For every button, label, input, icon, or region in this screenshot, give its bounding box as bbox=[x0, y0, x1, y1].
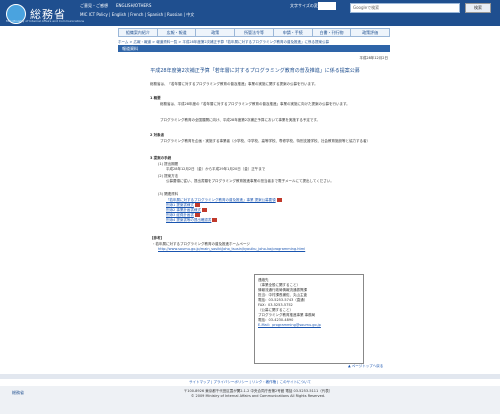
doc-link[interactable]: 別添4 提案書等の提出確認書 bbox=[166, 218, 211, 222]
nav-item-applications[interactable]: 申請・手続 bbox=[273, 29, 313, 36]
footer: 総務省 〒100-8926 東京都千代田区霞が関2-1-2 中央合同庁舎第2号館… bbox=[0, 386, 500, 414]
footer-link-copyright[interactable]: リンク・著作権 bbox=[252, 380, 276, 384]
pdf-icon bbox=[212, 218, 218, 222]
reference-heading: 【参考】 bbox=[150, 236, 164, 240]
doc-link[interactable]: 別添2 事業計画書様式 bbox=[166, 208, 201, 212]
doc-item[interactable]: 別添4 提案書等の提出確認書 bbox=[166, 218, 386, 223]
contact-box: 連絡先 （事業全般に関すること） 情報流通行政局情報流通振興課 担当：中村課長補… bbox=[254, 274, 364, 364]
section-3-sub1-text: 平成28年12月2日（金）から平成29年1月20日（金）正午まで bbox=[166, 167, 266, 171]
section-2-text: プログラミング教育を企画・実施する事業者（小学校、中学校、高等学校、専修学校、特… bbox=[160, 139, 370, 143]
section-1-text-1: 総務省は、平成28年度の「若年層に対するプログラミング教育の普及推進」事業の実施… bbox=[160, 102, 350, 106]
top-link-ict-policy[interactable]: MIC ICT Policy bbox=[80, 12, 108, 17]
top-header: 総務省 MIC Ministry of Internal Affairs and… bbox=[0, 0, 500, 26]
doc-link[interactable]: 「若年層に対するプログラミング教育の普及推進」事業 提案公募要領 bbox=[166, 198, 276, 202]
nav-item-evaluation[interactable]: 政策評価 bbox=[351, 29, 390, 36]
page-top-link[interactable]: ▲ ページトップへ戻る bbox=[348, 364, 383, 369]
contact-email[interactable]: E-Mail：programming@soumu.go.jp bbox=[258, 323, 360, 328]
search-button[interactable]: 検索 bbox=[465, 3, 491, 13]
section-2-heading: 2 対象者 bbox=[150, 133, 165, 137]
nav-item-laws[interactable]: 所管法令等 bbox=[235, 29, 274, 36]
footer-link-privacy[interactable]: プライバシーポリシー bbox=[213, 380, 248, 384]
top-links-row2: MIC ICT Policy | English | French | Span… bbox=[80, 12, 195, 17]
nav-item-publications[interactable]: 白書・刊行物 bbox=[312, 29, 352, 36]
banner-label: 報道資料 bbox=[122, 46, 138, 51]
top-link-languages[interactable]: English | French | Spanish | Russian | 中… bbox=[112, 12, 195, 17]
footer-links: サイトマップ | プライバシーポリシー | リンク・著作権 | このサイトについ… bbox=[189, 380, 311, 384]
nav-item-policy[interactable]: 政策 bbox=[196, 29, 236, 36]
search-input[interactable]: Googleで検索 bbox=[350, 3, 460, 13]
top-links: ご意見・ご感想 ENGLISH/OTHERS bbox=[80, 3, 151, 9]
doc-link[interactable]: 別添1 提案書様式 bbox=[166, 203, 194, 207]
page-title: 平成28年度第2次補正予算「若年層に対するプログラミング教育の普及推進」に係る提… bbox=[150, 68, 360, 74]
logo-subtitle: MIC Ministry of Internal Affairs and Com… bbox=[6, 19, 85, 23]
nav-item-organization[interactable]: 組織案内紹介 bbox=[119, 29, 158, 36]
font-size-control[interactable] bbox=[318, 2, 336, 10]
page: 総務省 MIC Ministry of Internal Affairs and… bbox=[0, 0, 500, 414]
section-banner: 報道資料 bbox=[118, 45, 390, 52]
top-link-english[interactable]: ENGLISH/OTHERS bbox=[116, 3, 151, 9]
publish-date: 平成28年12月2日 bbox=[359, 56, 388, 60]
pdf-icon bbox=[276, 198, 282, 202]
doc-link[interactable]: 別添3 経費計画書 bbox=[166, 213, 194, 217]
intro-text: 総務省は、「若年層に対するプログラミング教育の普及推進」事業の実施に関する提案の… bbox=[150, 82, 318, 86]
pdf-icon bbox=[201, 208, 207, 212]
main-nav: 組織案内紹介 広報・報道 政策 所管法令等 申請・手続 白書・刊行物 政策評価 bbox=[118, 28, 390, 37]
nav-item-press[interactable]: 広報・報道 bbox=[157, 29, 197, 36]
top-link-feedback[interactable]: ご意見・ご感想 bbox=[80, 3, 108, 9]
reference-link[interactable]: http://www.soumu.go.jp/main_sosiki/joho_… bbox=[158, 247, 388, 252]
section-3-sub3: (3) 関連資料 bbox=[158, 192, 179, 196]
pdf-icon bbox=[194, 213, 200, 217]
section-3-heading: 3 提案の手続 bbox=[150, 156, 172, 160]
pdf-icon bbox=[194, 203, 200, 207]
doc-list: 「若年層に対するプログラミング教育の普及推進」事業 提案公募要領 別添1 提案書… bbox=[166, 198, 386, 223]
footer-logo[interactable]: 総務省 bbox=[12, 390, 24, 396]
section-1-text-2: プログラミング教育の全国展開に向け、平成28年度第2次補正予算において事業を実施… bbox=[160, 118, 321, 122]
footer-text: 〒100-8926 東京都千代田区霞が関2-1-2 中央合同庁舎第2号館 電話 … bbox=[118, 389, 398, 399]
section-3-sub2-text: 公募要領に従い、提出書類をプログラミング教育推進事業の担当者まで電子メールにて提… bbox=[166, 179, 334, 183]
section-1-heading: 1 概要 bbox=[150, 96, 161, 100]
footer-link-sitemap[interactable]: サイトマップ bbox=[189, 380, 210, 384]
footer-link-about[interactable]: このサイトについて bbox=[280, 380, 311, 384]
footer-divider bbox=[0, 374, 500, 379]
footer-copyright: © 2009 Ministry of Internal Affairs and … bbox=[190, 394, 326, 398]
